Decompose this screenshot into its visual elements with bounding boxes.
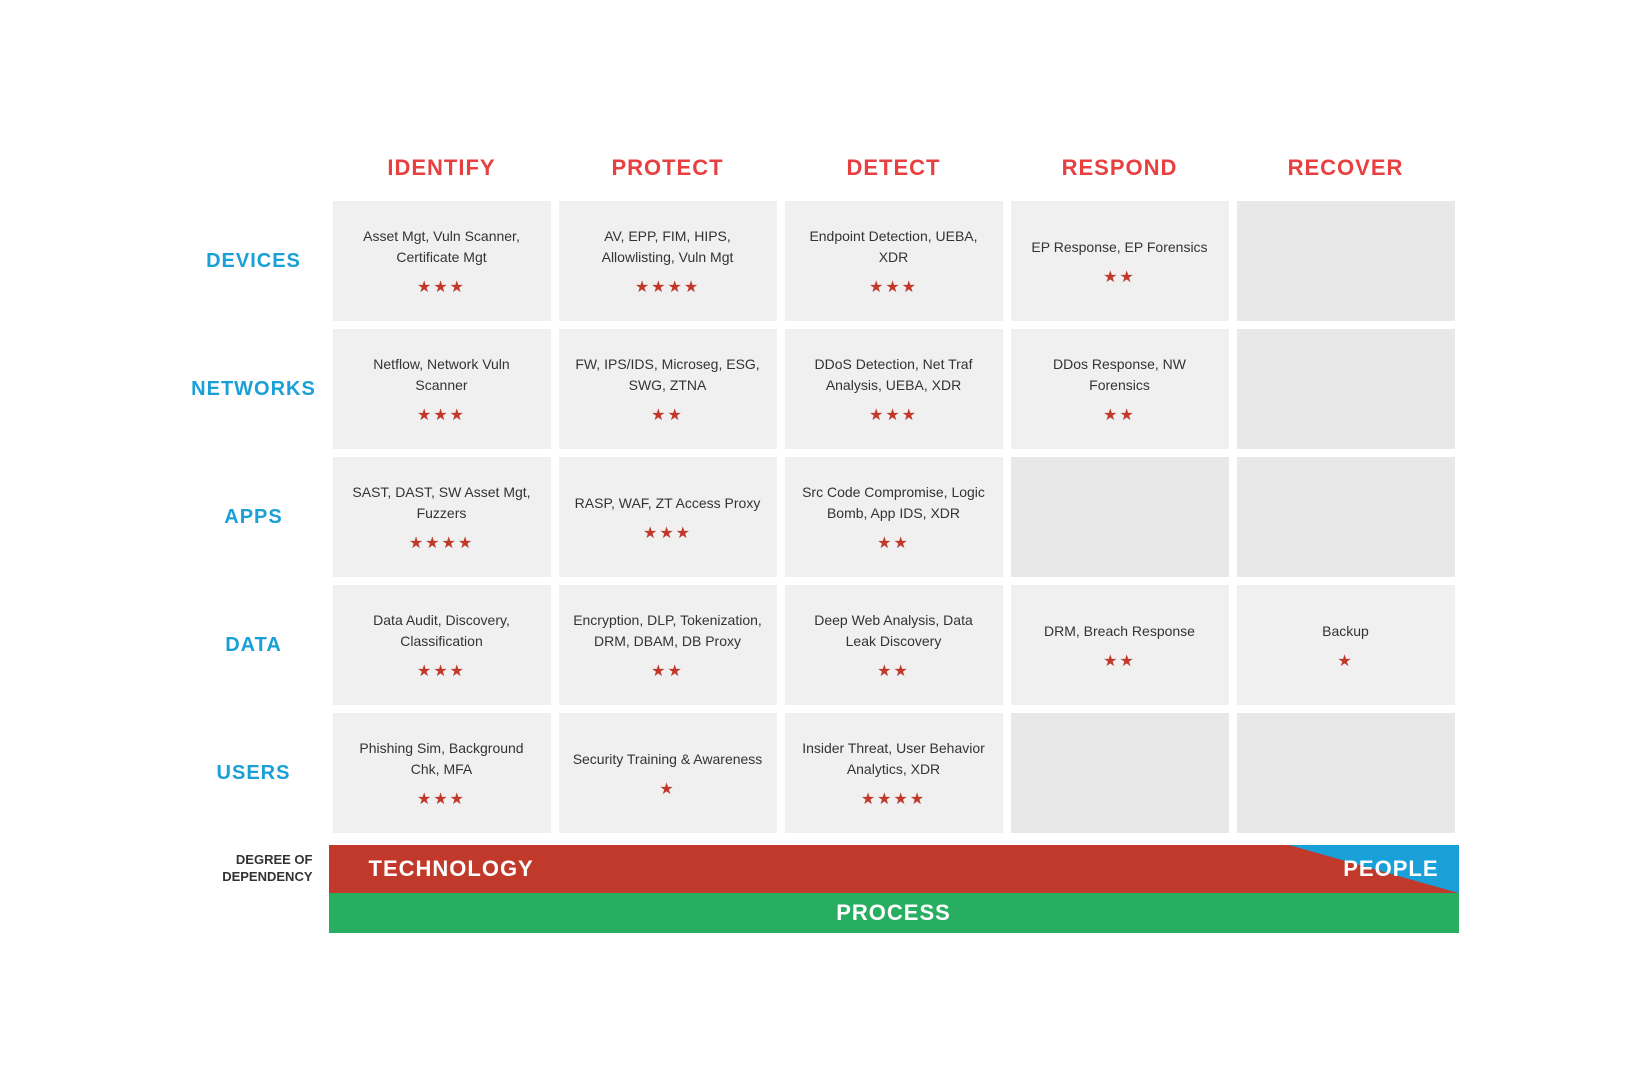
cell-text: Data Audit, Discovery, Classification xyxy=(347,610,537,652)
header-detect: DETECT xyxy=(781,139,1007,197)
cell-devices-respond: EP Response, EP Forensics ★★ xyxy=(1011,201,1229,321)
stars: ★★★ xyxy=(643,522,692,546)
stars: ★★ xyxy=(1103,404,1136,428)
stars: ★★★ xyxy=(869,404,918,428)
row-label-apps: APPS xyxy=(179,453,329,581)
cell-text: SAST, DAST, SW Asset Mgt, Fuzzers xyxy=(347,482,537,524)
cell-text: Netflow, Network Vuln Scanner xyxy=(347,354,537,396)
corner-cell xyxy=(179,139,329,197)
cell-text: Endpoint Detection, UEBA, XDR xyxy=(799,226,989,268)
cell-data-identify: Data Audit, Discovery, Classification ★★… xyxy=(333,585,551,705)
row-label-data: DATA xyxy=(179,581,329,709)
people-label: PEOPLE xyxy=(1343,856,1438,882)
cell-apps-detect: Src Code Compromise, Logic Bomb, App IDS… xyxy=(785,457,1003,577)
cell-users-identify: Phishing Sim, Background Chk, MFA ★★★ xyxy=(333,713,551,833)
stars: ★★★★ xyxy=(409,532,474,556)
cell-text: EP Response, EP Forensics xyxy=(1031,237,1207,258)
header-identify: IDENTIFY xyxy=(329,139,555,197)
stars: ★★★ xyxy=(417,276,466,300)
cell-devices-protect: AV, EPP, FIM, HIPS, Allowlisting, Vuln M… xyxy=(559,201,777,321)
tech-bar: TECHNOLOGY PEOPLE xyxy=(329,845,1459,893)
cell-text: Deep Web Analysis, Data Leak Discovery xyxy=(799,610,989,652)
stars: ★★ xyxy=(1103,650,1136,674)
cell-users-respond xyxy=(1011,713,1229,833)
row-label-users: USERS xyxy=(179,709,329,837)
header-recover: RECOVER xyxy=(1233,139,1459,197)
cell-devices-recover xyxy=(1237,201,1455,321)
process-spacer xyxy=(179,893,329,941)
stars: ★★★ xyxy=(417,660,466,684)
cell-text: AV, EPP, FIM, HIPS, Allowlisting, Vuln M… xyxy=(573,226,763,268)
header-protect: PROTECT xyxy=(555,139,781,197)
dependency-row: DEGREE OF DEPENDENCY TECHNOLOGY PEOPLE xyxy=(179,845,1459,893)
stars: ★★ xyxy=(1103,266,1136,290)
stars: ★ xyxy=(1337,650,1353,674)
cell-apps-protect: RASP, WAF, ZT Access Proxy ★★★ xyxy=(559,457,777,577)
bar-container: TECHNOLOGY PEOPLE xyxy=(329,845,1459,893)
technology-label: TECHNOLOGY xyxy=(369,856,534,882)
cell-apps-recover xyxy=(1237,457,1455,577)
cell-networks-protect: FW, IPS/IDS, Microseg, ESG, SWG, ZTNA ★★ xyxy=(559,329,777,449)
stars: ★ xyxy=(659,778,675,802)
cell-networks-detect: DDoS Detection, Net Traf Analysis, UEBA,… xyxy=(785,329,1003,449)
cell-text: DDoS Detection, Net Traf Analysis, UEBA,… xyxy=(799,354,989,396)
process-row: PROCESS xyxy=(179,893,1459,941)
process-bar-container: PROCESS xyxy=(329,893,1459,941)
cell-users-detect: Insider Threat, User Behavior Analytics,… xyxy=(785,713,1003,833)
header-respond: RESPOND xyxy=(1007,139,1233,197)
cell-text: Asset Mgt, Vuln Scanner, Certificate Mgt xyxy=(347,226,537,268)
cell-text: DDos Response, NW Forensics xyxy=(1025,354,1215,396)
stars: ★★★ xyxy=(417,404,466,428)
row-label-networks: NETWORKS xyxy=(179,325,329,453)
stars: ★★★★ xyxy=(635,276,700,300)
cell-devices-identify: Asset Mgt, Vuln Scanner, Certificate Mgt… xyxy=(333,201,551,321)
cell-users-recover xyxy=(1237,713,1455,833)
stars: ★★ xyxy=(651,404,684,428)
stars: ★★ xyxy=(651,660,684,684)
cell-data-respond: DRM, Breach Response ★★ xyxy=(1011,585,1229,705)
cell-networks-respond: DDos Response, NW Forensics ★★ xyxy=(1011,329,1229,449)
main-container: IDENTIFY PROTECT DETECT RESPOND RECOVER … xyxy=(119,99,1519,981)
cell-text: RASP, WAF, ZT Access Proxy xyxy=(575,493,761,514)
cell-devices-detect: Endpoint Detection, UEBA, XDR ★★★ xyxy=(785,201,1003,321)
cell-networks-identify: Netflow, Network Vuln Scanner ★★★ xyxy=(333,329,551,449)
cell-text: Security Training & Awareness xyxy=(573,749,763,770)
cell-text: Phishing Sim, Background Chk, MFA xyxy=(347,738,537,780)
stars: ★★★ xyxy=(869,276,918,300)
cell-text: DRM, Breach Response xyxy=(1044,621,1195,642)
row-label-devices: DEVICES xyxy=(179,197,329,325)
bottom-section: DEGREE OF DEPENDENCY TECHNOLOGY PEOPLE P… xyxy=(179,845,1459,941)
stars: ★★★★ xyxy=(861,788,926,812)
stars: ★★★ xyxy=(417,788,466,812)
cell-text: Src Code Compromise, Logic Bomb, App IDS… xyxy=(799,482,989,524)
cell-text: Backup xyxy=(1322,621,1369,642)
cell-text: FW, IPS/IDS, Microseg, ESG, SWG, ZTNA xyxy=(573,354,763,396)
dependency-label: DEGREE OF DEPENDENCY xyxy=(179,845,329,893)
cell-text: Encryption, DLP, Tokenization, DRM, DBAM… xyxy=(573,610,763,652)
process-bar: PROCESS xyxy=(329,893,1459,933)
cell-networks-recover xyxy=(1237,329,1455,449)
stars: ★★ xyxy=(877,532,910,556)
cell-apps-respond xyxy=(1011,457,1229,577)
cell-data-recover: Backup ★ xyxy=(1237,585,1455,705)
main-grid: IDENTIFY PROTECT DETECT RESPOND RECOVER … xyxy=(179,139,1459,837)
stars: ★★ xyxy=(877,660,910,684)
cell-apps-identify: SAST, DAST, SW Asset Mgt, Fuzzers ★★★★ xyxy=(333,457,551,577)
cell-users-protect: Security Training & Awareness ★ xyxy=(559,713,777,833)
cell-text: Insider Threat, User Behavior Analytics,… xyxy=(799,738,989,780)
cell-data-protect: Encryption, DLP, Tokenization, DRM, DBAM… xyxy=(559,585,777,705)
cell-data-detect: Deep Web Analysis, Data Leak Discovery ★… xyxy=(785,585,1003,705)
process-label: PROCESS xyxy=(836,900,951,926)
